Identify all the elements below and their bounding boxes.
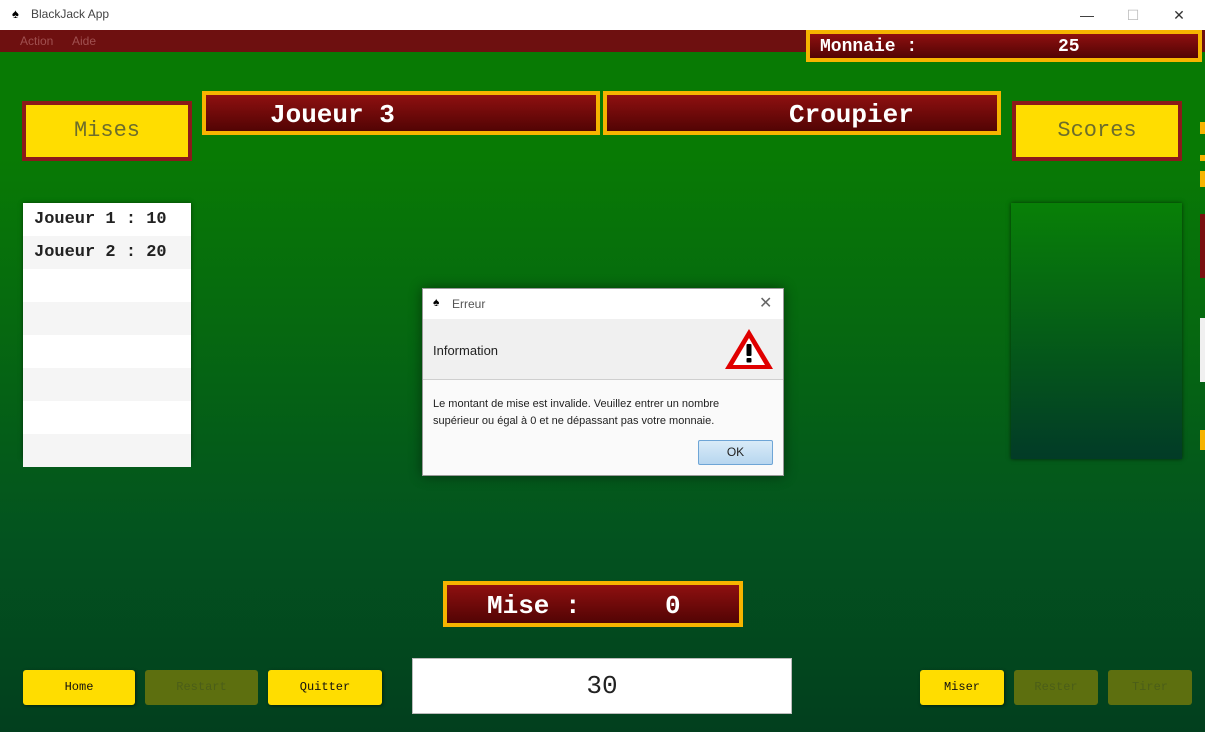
error-dialog: ♠ Erreur ✕ Information Le montant de mis… — [422, 288, 784, 476]
bet-value: 0 — [665, 591, 681, 621]
window-title: BlackJack App — [31, 7, 110, 21]
ok-button[interactable]: OK — [698, 440, 773, 465]
empty-row — [23, 269, 191, 302]
empty-row — [23, 401, 191, 434]
money-value: 25 — [1058, 37, 1080, 57]
scores-panel — [1011, 203, 1182, 459]
bet-button[interactable]: Miser — [920, 670, 1004, 705]
home-button[interactable]: Home — [23, 670, 135, 705]
maximize-button[interactable]: ☐ — [1110, 0, 1156, 30]
spade-icon: ♠ — [12, 6, 19, 21]
quit-button[interactable]: Quitter — [268, 670, 382, 705]
edge-artifact — [1200, 122, 1205, 134]
spade-icon: ♠ — [433, 295, 440, 309]
empty-row — [23, 302, 191, 335]
dealer-header: Croupier — [603, 91, 1001, 135]
dialog-body: Le montant de mise est invalide. Veuille… — [423, 380, 783, 475]
dealer-name: Croupier — [789, 100, 914, 130]
edge-artifact — [1200, 155, 1205, 161]
money-display: Monnaie : 25 — [806, 30, 1202, 62]
player-name: Joueur 3 — [270, 100, 395, 130]
dialog-title: Erreur — [452, 297, 486, 311]
dialog-close-icon[interactable]: ✕ — [759, 293, 772, 313]
dialog-message: Le montant de mise est invalide. Veuille… — [433, 398, 720, 427]
bet-amount-input[interactable]: 30 — [412, 658, 792, 714]
list-item[interactable]: Joueur 2 : 20 — [23, 236, 191, 269]
bet-display: Mise : 0 — [443, 581, 743, 627]
minimize-button[interactable]: — — [1064, 0, 1110, 30]
hit-button[interactable]: Tirer — [1108, 670, 1192, 705]
money-label: Monnaie : — [820, 37, 918, 57]
empty-row — [23, 335, 191, 368]
scores-label: Scores — [1012, 101, 1182, 161]
bets-label: Mises — [22, 101, 192, 161]
empty-row — [23, 368, 191, 401]
stand-button[interactable]: Rester — [1014, 670, 1098, 705]
player-header: Joueur 3 — [202, 91, 600, 135]
bets-list: Joueur 1 : 10 Joueur 2 : 20 — [23, 203, 191, 467]
restart-button[interactable]: Restart — [145, 670, 258, 705]
warning-icon — [725, 329, 773, 369]
dialog-titlebar: ♠ Erreur ✕ — [423, 289, 783, 319]
menu-help[interactable]: Aide — [72, 34, 96, 48]
edge-artifact — [1200, 214, 1205, 278]
edge-artifact — [1200, 171, 1205, 187]
list-item[interactable]: Joueur 1 : 10 — [23, 203, 191, 236]
window-titlebar: ♠ BlackJack App — ☐ ✕ — [0, 0, 1205, 30]
edge-artifact — [1200, 430, 1205, 450]
dialog-header: Information — [433, 343, 499, 358]
close-button[interactable]: ✕ — [1156, 0, 1202, 30]
empty-row — [23, 434, 191, 467]
menu-action[interactable]: Action — [20, 34, 53, 48]
edge-artifact — [1200, 318, 1205, 382]
bet-label: Mise : — [487, 591, 581, 621]
